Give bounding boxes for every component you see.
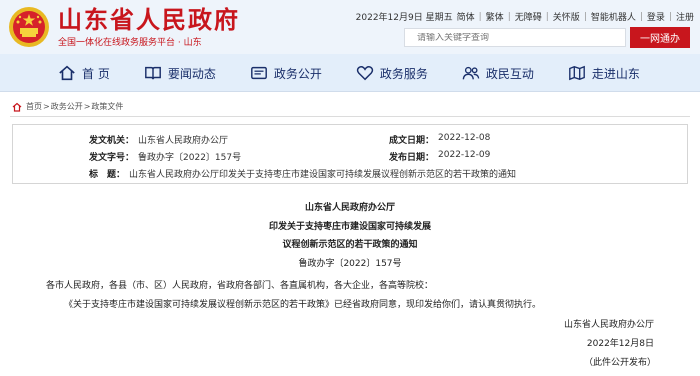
divider: |	[668, 11, 672, 22]
book-icon	[144, 66, 161, 80]
divider: |	[507, 11, 511, 22]
national-emblem-icon	[9, 7, 49, 47]
doc-number-label: 发文字号：	[89, 153, 135, 163]
link-accessibility[interactable]: 无障碍	[515, 10, 542, 23]
created-row: 成文日期： 2022-12-08	[389, 133, 490, 146]
heart-icon	[356, 66, 374, 81]
link-traditional[interactable]: 繁体	[486, 10, 504, 23]
link-care-version[interactable]: 关怀版	[553, 10, 580, 23]
people-icon	[462, 66, 480, 80]
link-register[interactable]: 注册	[676, 10, 694, 23]
doc-issuer-heading: 山东省人民政府办公厅	[304, 203, 395, 213]
doc-signature: 山东省人民政府办公厅	[563, 320, 654, 330]
current-date: 2022年12月9日 星期五	[355, 13, 453, 23]
created-value: 2022-12-08	[438, 133, 491, 143]
newspaper-icon	[250, 66, 267, 80]
site-subtitle: 全国一体化在线政务服务平台 · 山东	[58, 38, 202, 48]
document-info-box: 发文机关： 山东省人民政府办公厅 成文日期： 2022-12-08 发文字号： …	[12, 124, 688, 184]
issuer-row: 发文机关： 山东省人民政府办公厅	[89, 133, 228, 146]
breadcrumb-divider	[10, 116, 690, 117]
doc-number-row: 发文字号： 鲁政办字〔2022〕157号	[89, 150, 241, 163]
issuer-value: 山东省人民政府办公厅	[138, 136, 229, 146]
site-title[interactable]: 山东省人民政府	[58, 6, 240, 34]
site-header: 山东省人民政府 全国一体化在线政务服务平台 · 山东 2022年12月9日 星期…	[0, 0, 700, 54]
nav-item-open-gov[interactable]: 政务公开	[250, 54, 322, 92]
divider: |	[478, 11, 482, 22]
link-robot[interactable]: 智能机器人	[591, 10, 636, 23]
nav-label: 首 页	[82, 66, 110, 81]
published-value: 2022-12-09	[438, 150, 491, 160]
one-stop-service-button[interactable]: 一网通办	[630, 27, 690, 48]
search-input[interactable]	[417, 32, 625, 43]
nav-item-home[interactable]: 首 页	[58, 54, 110, 92]
nav-label: 政务公开	[273, 66, 322, 81]
nav-item-interaction[interactable]: 政民互动	[462, 54, 534, 92]
breadcrumb: 首页 > 政务公开 > 政策文件	[12, 101, 123, 112]
divider: |	[583, 11, 587, 22]
doc-sign-date: 2022年12月8日	[586, 339, 654, 349]
nav-label: 要闻动态	[167, 66, 216, 81]
divider: |	[545, 11, 549, 22]
map-pin-icon	[569, 65, 585, 81]
top-links-bar: 2022年12月9日 星期五 简体 | 繁体 | 无障碍 | 关怀版 | 智能机…	[355, 10, 694, 24]
title-value: 山东省人民政府办公厅印发关于支持枣庄市建设国家可持续发展议程创新示范区的若干政策…	[129, 170, 517, 180]
published-row: 发布日期： 2022-12-09	[389, 150, 490, 163]
doc-title-line-1: 印发关于支持枣庄市建设国家可持续发展	[268, 222, 431, 232]
doc-publish-note: （此件公开发布）	[583, 358, 656, 368]
title-label: 标 题：	[89, 170, 126, 180]
home-icon	[59, 65, 75, 81]
nav-label: 政务服务	[379, 66, 428, 81]
nav-item-services[interactable]: 政务服务	[356, 54, 428, 92]
breadcrumb-separator: >	[83, 102, 91, 111]
link-simplified[interactable]: 简体	[457, 10, 475, 23]
nav-label: 走进山东	[591, 66, 640, 81]
published-label: 发布日期：	[389, 153, 435, 163]
issuer-label: 发文机关：	[89, 136, 135, 146]
link-login[interactable]: 登录	[647, 10, 665, 23]
nav-label: 政民互动	[485, 66, 534, 81]
main-nav: 首 页 要闻动态 政务公开 政务服务 政民互动 走进山东	[0, 54, 700, 92]
doc-title-line-2: 议程创新示范区的若干政策的通知	[282, 240, 418, 250]
doc-body-paragraph: 《关于支持枣庄市建设国家可持续发展议程创新示范区的若干政策》已经省政府同意，现印…	[64, 300, 542, 310]
breadcrumb-open-gov[interactable]: 政务公开	[51, 101, 83, 112]
breadcrumb-policy-docs[interactable]: 政策文件	[91, 101, 123, 112]
title-row: 标 题： 山东省人民政府办公厅印发关于支持枣庄市建设国家可持续发展议程创新示范区…	[89, 167, 516, 180]
search-box	[404, 28, 626, 47]
breadcrumb-separator: >	[43, 102, 50, 111]
breadcrumb-home[interactable]: 首页	[26, 101, 42, 112]
created-label: 成文日期：	[389, 136, 435, 146]
doc-number-value: 鲁政办字〔2022〕157号	[138, 153, 242, 163]
doc-number: 鲁政办字〔2022〕157号	[298, 259, 402, 269]
doc-recipients: 各市人民政府，各县（市、区）人民政府，省政府各部门、各直属机构，各大企业，各高等…	[46, 281, 434, 291]
nav-item-news[interactable]: 要闻动态	[144, 54, 216, 92]
nav-item-about-shandong[interactable]: 走进山东	[568, 54, 640, 92]
divider: |	[639, 11, 643, 22]
home-icon	[12, 102, 22, 112]
